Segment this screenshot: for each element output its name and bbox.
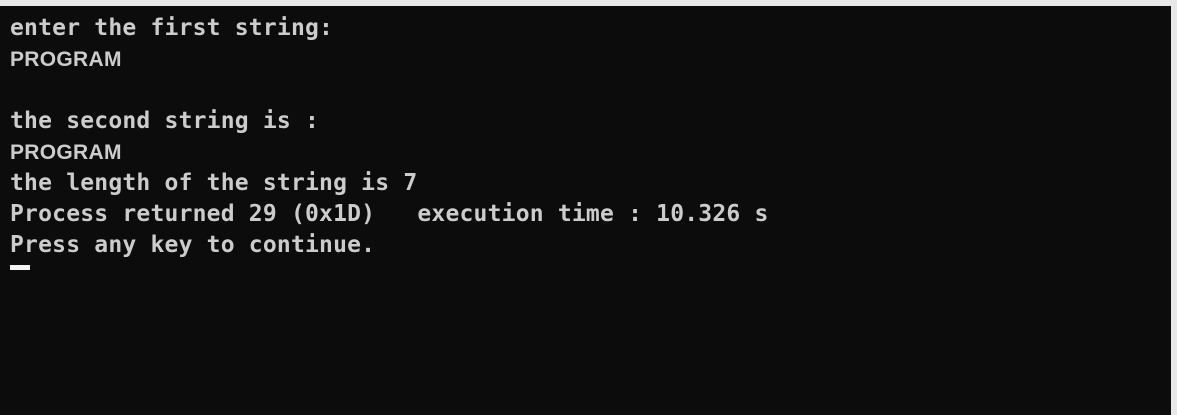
console-line-second-value: PROGRAM — [10, 141, 122, 164]
console-line-press-any-key: Press any key to continue. — [10, 232, 376, 258]
text-cursor — [10, 265, 30, 270]
console-line-input-first: PROGRAM — [10, 48, 122, 71]
console-line-length: the length of the string is 7 — [10, 170, 418, 196]
console-cursor-line — [10, 261, 1160, 292]
console-line-process-returned: Process returned 29 (0x1D) execution tim… — [10, 201, 769, 227]
console-line-prompt-first: enter the first string: — [10, 15, 334, 41]
console-output: enter the first string: PROGRAM the seco… — [10, 13, 1160, 292]
console-window[interactable]: enter the first string: PROGRAM the seco… — [0, 0, 1177, 415]
console-line-second-label: the second string is : — [10, 108, 320, 134]
